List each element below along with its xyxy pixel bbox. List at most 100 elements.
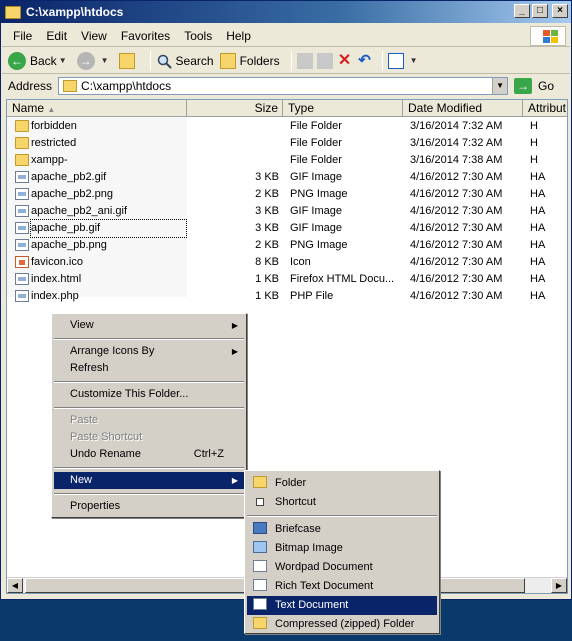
file-date-modified: 4/16/2012 7:30 AM — [410, 222, 503, 234]
menu-item-new[interactable]: New ▶ — [54, 472, 244, 489]
back-button[interactable]: ← Back ▼ — [8, 51, 71, 70]
move-to-icon[interactable] — [296, 52, 313, 69]
scroll-left-icon[interactable]: ◀ — [7, 578, 23, 593]
table-row[interactable]: apache_pb2_ani.gif 3 KB GIF Image 4/16/2012… — [7, 203, 567, 220]
new-folder[interactable]: Folder — [247, 474, 437, 493]
table-row[interactable]: favicon.ico 8 KB Icon 4/16/2012 7:30 AM HA — [7, 254, 567, 271]
file-date-modified: 4/16/2012 7:30 AM — [410, 239, 503, 251]
menu-item-customize-folder[interactable]: Customize This Folder... — [54, 386, 244, 403]
toolbar: ← Back ▼ → ▼ Search Folders ✕ ↶ ▼ — [2, 48, 570, 74]
table-row[interactable]: index.html 1 KB Firefox HTML Docu... 4/16/2… — [7, 271, 567, 288]
menu-item-label: Arrange Icons By — [70, 345, 155, 357]
menu-view[interactable]: View — [74, 29, 114, 43]
up-folder-button[interactable] — [118, 52, 139, 69]
file-attributes: HA — [530, 239, 546, 251]
file-type: Firefox HTML Docu... — [290, 273, 395, 285]
column-attributes[interactable]: Attribut — [523, 100, 567, 117]
go-label: Go — [538, 79, 555, 93]
menu-help[interactable]: Help — [219, 29, 258, 43]
table-row[interactable]: apache_pb.gif 3 KB GIF Image 4/16/2012 7:30… — [7, 219, 567, 238]
folders-button[interactable]: Folders — [219, 52, 280, 69]
menu-file[interactable]: File — [6, 29, 39, 43]
column-name[interactable]: Name ▲ — [7, 100, 187, 117]
up-folder-icon — [118, 52, 135, 69]
go-button[interactable]: → Go — [514, 78, 554, 94]
file-icon — [15, 188, 29, 200]
close-button[interactable]: × — [552, 4, 568, 18]
table-row[interactable]: restricted File Folder 3/16/2014 7:32 AM H — [7, 135, 567, 152]
table-row[interactable]: forbidden File Folder 3/16/2014 7:32 AM H — [7, 118, 567, 135]
delete-icon[interactable]: ✕ — [337, 52, 353, 69]
table-row[interactable]: index.php 1 KB PHP File 4/16/2012 7:30 AM HA — [7, 288, 567, 305]
chevron-down-icon[interactable]: ▼ — [101, 56, 109, 65]
search-button[interactable]: Search — [156, 53, 214, 69]
minimize-button[interactable]: _ — [514, 4, 530, 18]
search-label: Search — [175, 53, 214, 68]
table-row[interactable]: apache_pb.png 2 KB PNG Image 4/16/2012 7:30… — [7, 237, 567, 254]
file-attributes: HA — [530, 222, 546, 234]
menu-item-view[interactable]: View ▶ — [54, 317, 244, 334]
file-name: apache_pb2.gif — [31, 171, 107, 183]
new-rich-text-document[interactable]: Rich Text Document — [247, 577, 437, 596]
file-size: 2 KB — [255, 188, 279, 200]
scroll-right-icon[interactable]: ▶ — [551, 578, 567, 593]
title-bar[interactable]: C:\xampp\htdocs _ □ × — [1, 1, 571, 23]
file-name: xampp- — [31, 154, 68, 166]
copy-to-icon[interactable] — [316, 52, 333, 69]
chevron-down-icon[interactable]: ▼ — [492, 78, 508, 94]
undo-icon[interactable]: ↶ — [357, 52, 373, 69]
folder-icon — [15, 120, 29, 132]
menu-item-properties[interactable]: Properties — [54, 498, 244, 515]
column-type[interactable]: Type — [283, 100, 403, 117]
chevron-down-icon[interactable]: ▼ — [410, 56, 418, 65]
menu-edit[interactable]: Edit — [39, 29, 74, 43]
go-arrow-icon: → — [514, 78, 533, 94]
menu-item-label: Rich Text Document — [275, 580, 374, 592]
submenu-arrow-icon: ▶ — [231, 347, 238, 356]
file-name: apache_pb.png — [31, 239, 107, 251]
new-text-document[interactable]: Text Document — [247, 596, 437, 615]
menu-item-refresh[interactable]: Refresh — [54, 360, 244, 377]
table-row[interactable]: apache_pb2.gif 3 KB GIF Image 4/16/2012 7:3… — [7, 169, 567, 186]
new-compressed-folder[interactable]: Compressed (zipped) Folder — [247, 615, 437, 634]
toolbar-divider — [381, 50, 383, 71]
chevron-down-icon[interactable]: ▼ — [59, 56, 67, 65]
file-name: apache_pb.gif — [30, 219, 187, 238]
search-icon — [156, 53, 172, 69]
file-attributes: H — [530, 120, 538, 132]
file-name: apache_pb2.png — [31, 188, 113, 200]
menu-item-label: Wordpad Document — [275, 561, 373, 573]
file-name: index.php — [31, 290, 79, 302]
new-briefcase[interactable]: Briefcase — [247, 520, 437, 539]
table-row[interactable]: xampp- File Folder 3/16/2014 7:38 AM H — [7, 152, 567, 169]
new-submenu: Folder Shortcut Briefcase Bitmap Image W… — [244, 470, 440, 634]
file-size: 1 KB — [255, 273, 279, 285]
maximize-button[interactable]: □ — [532, 4, 548, 18]
address-input[interactable]: C:\xampp\htdocs ▼ — [58, 77, 509, 95]
new-wordpad-document[interactable]: Wordpad Document — [247, 558, 437, 577]
menu-item-arrange-icons[interactable]: Arrange Icons By ▶ — [54, 343, 244, 360]
forward-button[interactable]: → ▼ — [76, 51, 113, 70]
file-name: index.html — [31, 273, 82, 285]
rich-text-icon — [253, 579, 267, 591]
menu-tools[interactable]: Tools — [177, 29, 219, 43]
menu-item-label: New — [70, 474, 93, 486]
file-type: GIF Image — [290, 222, 342, 234]
column-size[interactable]: Size — [187, 100, 283, 117]
menu-item-label: Compressed (zipped) Folder — [275, 618, 415, 630]
file-icon — [15, 171, 29, 183]
menu-favorites[interactable]: Favorites — [114, 29, 177, 43]
table-row[interactable]: apache_pb2.png 2 KB PNG Image 4/16/2012 7:3… — [7, 186, 567, 203]
menu-item-undo-rename[interactable]: Undo Rename Ctrl+Z — [54, 446, 244, 463]
file-date-modified: 3/16/2014 7:32 AM — [410, 120, 503, 132]
file-attributes: HA — [530, 205, 546, 217]
folder-icon — [5, 5, 21, 19]
column-date-modified[interactable]: Date Modified — [403, 100, 523, 117]
briefcase-icon — [253, 522, 267, 534]
new-shortcut[interactable]: Shortcut — [247, 493, 437, 512]
menu-item-paste: Paste — [70, 414, 99, 426]
file-date-modified: 4/16/2012 7:30 AM — [410, 273, 503, 285]
new-bitmap-image[interactable]: Bitmap Image — [247, 539, 437, 558]
menu-divider — [54, 407, 244, 409]
views-icon[interactable] — [387, 52, 404, 69]
